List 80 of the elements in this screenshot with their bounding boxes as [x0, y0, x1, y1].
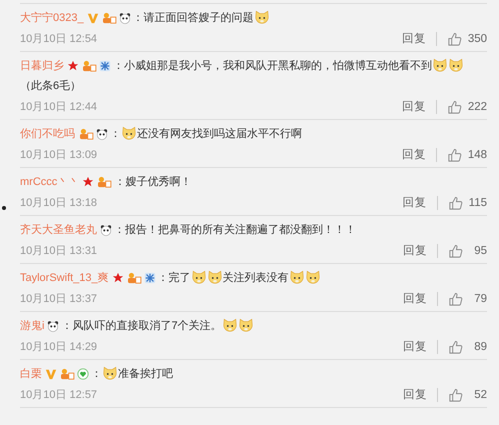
reply-link[interactable]: 回复 — [402, 29, 426, 49]
username-link[interactable]: TaylorSwift_13_爽 — [20, 268, 109, 288]
comment-text: ：风队吓的直接取消了7个关注。 — [61, 318, 222, 334]
reply-link[interactable]: 回复 — [402, 97, 426, 117]
comment-text: ： — [110, 127, 121, 142]
fan-badge-icon — [81, 60, 97, 72]
timestamp: 10月10日 13:37 — [20, 292, 98, 307]
like-count: 222 — [468, 100, 487, 115]
emoji-icon — [304, 270, 321, 286]
panda-icon — [96, 128, 108, 140]
timestamp: 10月10日 13:31 — [20, 244, 98, 259]
panda-icon — [118, 12, 131, 24]
comment-text: ：完了 — [158, 270, 191, 286]
reply-link[interactable]: 回复 — [402, 193, 427, 213]
reply-link[interactable]: 回复 — [403, 241, 427, 261]
panda-icon — [47, 320, 60, 332]
like-count: 95 — [473, 244, 487, 259]
emoji-icon — [222, 318, 238, 334]
reply-link[interactable]: 回复 — [403, 337, 427, 357]
like-count: 52 — [473, 388, 487, 403]
username-link[interactable]: 大宁宁0323_ — [20, 8, 84, 28]
heart-badge-icon — [77, 368, 89, 380]
comment-text: ：请正面回答嫂子的问题 — [132, 11, 254, 26]
like-count: 350 — [468, 32, 487, 47]
fan-badge-icon — [59, 368, 75, 380]
like-icon[interactable] — [446, 32, 462, 46]
emoji-icon — [102, 366, 118, 382]
comment-text: ：报告！把鼻哥的所有关注翻遍了都没翻到！！！ — [114, 222, 356, 238]
username-link[interactable]: 齐天大圣鱼老丸 — [20, 220, 97, 240]
like-icon[interactable] — [448, 292, 463, 306]
star-icon — [82, 176, 94, 188]
fan-badge-icon — [100, 12, 117, 24]
like-count: 115 — [468, 196, 487, 211]
timestamp: 10月10日 13:18 — [20, 196, 98, 211]
emoji-icon — [238, 318, 254, 334]
emoji-icon — [206, 270, 223, 286]
fan-badge-icon — [78, 128, 94, 140]
bullet-dot — [2, 206, 6, 210]
fan-badge-icon — [126, 272, 142, 284]
reply-link[interactable]: 回复 — [403, 385, 427, 405]
username-link[interactable]: 日暮归乡 — [20, 56, 64, 76]
like-icon[interactable] — [448, 244, 463, 258]
star-icon — [67, 60, 79, 72]
emoji-icon — [121, 126, 137, 142]
timestamp: 10月10日 14:29 — [20, 340, 98, 355]
fan-badge-icon — [96, 176, 112, 188]
username-link[interactable]: 你们不吃吗 — [20, 124, 75, 144]
like-icon[interactable] — [448, 388, 463, 402]
like-count: 148 — [468, 148, 487, 163]
star-icon — [112, 272, 124, 284]
like-icon[interactable] — [448, 340, 463, 354]
timestamp: 10月10日 12:44 — [20, 100, 98, 115]
like-icon[interactable] — [446, 148, 462, 162]
emoji-icon — [288, 270, 305, 286]
timestamp: 10月10日 13:09 — [20, 148, 98, 163]
vip-badge-icon — [45, 368, 57, 380]
comment-text: 关注列表没有 — [222, 270, 289, 286]
like-icon[interactable] — [446, 100, 462, 114]
reply-link[interactable]: 回复 — [402, 145, 426, 165]
comment-text: ： — [91, 367, 102, 382]
timestamp: 10月10日 12:54 — [20, 32, 98, 47]
comment-text: ：小威姐那是我小号，我和风队开黑私聊的，怕微博互动他看不到 — [113, 59, 432, 74]
emoji-icon — [448, 58, 464, 74]
panda-icon — [100, 224, 112, 236]
comment-text: 准备挨打吧 — [118, 367, 173, 382]
comment-text: ：嫂子优秀啊！ — [114, 175, 192, 190]
like-count: 89 — [473, 340, 487, 355]
username-link[interactable]: 白栗 — [20, 364, 42, 384]
comment-text: （此条6毛） — [20, 78, 82, 94]
username-link[interactable]: mrCccc丶丶 — [20, 172, 80, 192]
comment-text: 还没有网友找到吗这届水平不行啊 — [137, 126, 302, 142]
emoji-icon — [432, 58, 448, 74]
reply-link[interactable]: 回复 — [403, 289, 427, 309]
username-link[interactable]: 游鬼i — [20, 316, 44, 336]
vip-badge-icon — [86, 12, 99, 24]
timestamp: 10月10日 12:57 — [20, 388, 98, 403]
emoji-icon — [190, 270, 207, 286]
emoji-icon — [254, 10, 270, 26]
like-count: 79 — [473, 292, 487, 307]
like-icon[interactable] — [448, 196, 463, 210]
